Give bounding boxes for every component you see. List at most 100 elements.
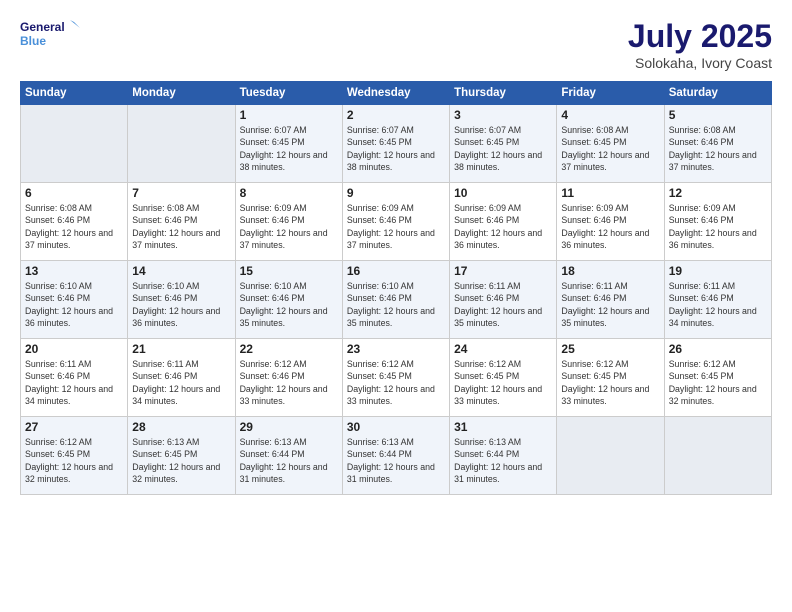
day-detail: Sunrise: 6:11 AMSunset: 6:46 PMDaylight:… xyxy=(561,280,659,329)
day-detail: Sunrise: 6:08 AMSunset: 6:46 PMDaylight:… xyxy=(669,124,767,173)
calendar-cell-week1-day0: 6 Sunrise: 6:08 AMSunset: 6:46 PMDaylight… xyxy=(21,183,128,261)
day-detail: Sunrise: 6:12 AMSunset: 6:45 PMDaylight:… xyxy=(669,358,767,407)
calendar-cell-week1-day6: 12 Sunrise: 6:09 AMSunset: 6:46 PMDayligh… xyxy=(664,183,771,261)
calendar-cell-week1-day4: 10Sunrise: 6:09 AMSunset: 6:46 PMDayligh… xyxy=(450,183,557,261)
weekday-header-sunday: Sunday xyxy=(21,82,128,105)
day-detail: Sunrise: 6:07 AMSunset: 6:45 PMDaylight:… xyxy=(454,124,552,173)
calendar-cell-week2-day0: 13 Sunrise: 6:10 AMSunset: 6:46 PMDayligh… xyxy=(21,261,128,339)
day-detail: Sunrise: 6:12 AMSunset: 6:45 PMDaylight:… xyxy=(25,436,123,485)
calendar-cell-week0-day2: 1Sunrise: 6:07 AMSunset: 6:45 PMDaylight… xyxy=(235,105,342,183)
calendar-cell-week2-day4: 17 Sunrise: 6:11 AMSunset: 6:46 PMDayligh… xyxy=(450,261,557,339)
weekday-header-friday: Friday xyxy=(557,82,664,105)
day-number: 31 xyxy=(454,420,552,434)
day-number: 7 xyxy=(132,186,230,200)
day-detail: Sunrise: 6:08 AMSunset: 6:45 PMDaylight:… xyxy=(561,124,659,173)
day-number: 26 xyxy=(669,342,767,356)
day-detail: Sunrise: 6:11 AMSunset: 6:46 PMDaylight:… xyxy=(454,280,552,329)
calendar-week-row-0: 1Sunrise: 6:07 AMSunset: 6:45 PMDaylight… xyxy=(21,105,772,183)
weekday-header-tuesday: Tuesday xyxy=(235,82,342,105)
weekday-header-wednesday: Wednesday xyxy=(342,82,449,105)
calendar-cell-week3-day3: 23 Sunrise: 6:12 AMSunset: 6:45 PMDayligh… xyxy=(342,339,449,417)
calendar-cell-week0-day3: 2 Sunrise: 6:07 AMSunset: 6:45 PMDaylight… xyxy=(342,105,449,183)
day-detail: Sunrise: 6:10 AMSunset: 6:46 PMDaylight:… xyxy=(25,280,123,329)
day-number: 18 xyxy=(561,264,659,278)
calendar-cell-week2-day1: 14Sunrise: 6:10 AMSunset: 6:46 PMDayligh… xyxy=(128,261,235,339)
logo-svg: GeneralBlue xyxy=(20,18,80,48)
day-detail: Sunrise: 6:09 AMSunset: 6:46 PMDaylight:… xyxy=(347,202,445,251)
day-detail: Sunrise: 6:09 AMSunset: 6:46 PMDaylight:… xyxy=(669,202,767,251)
day-number: 8 xyxy=(240,186,338,200)
weekday-header-saturday: Saturday xyxy=(664,82,771,105)
day-detail: Sunrise: 6:09 AMSunset: 6:46 PMDaylight:… xyxy=(240,202,338,251)
day-number: 19 xyxy=(669,264,767,278)
day-number: 20 xyxy=(25,342,123,356)
day-number: 21 xyxy=(132,342,230,356)
calendar-cell-week4-day2: 29Sunrise: 6:13 AMSunset: 6:44 PMDayligh… xyxy=(235,417,342,495)
day-detail: Sunrise: 6:12 AMSunset: 6:45 PMDaylight:… xyxy=(347,358,445,407)
day-number: 12 xyxy=(669,186,767,200)
day-detail: Sunrise: 6:13 AMSunset: 6:44 PMDaylight:… xyxy=(454,436,552,485)
day-number: 30 xyxy=(347,420,445,434)
day-detail: Sunrise: 6:11 AMSunset: 6:46 PMDaylight:… xyxy=(132,358,230,407)
day-number: 14 xyxy=(132,264,230,278)
calendar-cell-week4-day4: 31 Sunrise: 6:13 AMSunset: 6:44 PMDayligh… xyxy=(450,417,557,495)
calendar-cell-week0-day6: 5 Sunrise: 6:08 AMSunset: 6:46 PMDaylight… xyxy=(664,105,771,183)
day-number: 9 xyxy=(347,186,445,200)
day-detail: Sunrise: 6:11 AMSunset: 6:46 PMDaylight:… xyxy=(669,280,767,329)
calendar-cell-week3-day6: 26 Sunrise: 6:12 AMSunset: 6:45 PMDayligh… xyxy=(664,339,771,417)
calendar-week-row-2: 13 Sunrise: 6:10 AMSunset: 6:46 PMDayligh… xyxy=(21,261,772,339)
day-detail: Sunrise: 6:13 AMSunset: 6:44 PMDaylight:… xyxy=(347,436,445,485)
day-number: 24 xyxy=(454,342,552,356)
day-number: 27 xyxy=(25,420,123,434)
title-block: July 2025 Solokaha, Ivory Coast xyxy=(628,18,772,71)
day-number: 4 xyxy=(561,108,659,122)
day-number: 3 xyxy=(454,108,552,122)
calendar-cell-week4-day1: 28Sunrise: 6:13 AMSunset: 6:45 PMDayligh… xyxy=(128,417,235,495)
calendar-cell-week0-day4: 3 Sunrise: 6:07 AMSunset: 6:45 PMDaylight… xyxy=(450,105,557,183)
calendar-cell-week1-day1: 7Sunrise: 6:08 AMSunset: 6:46 PMDaylight… xyxy=(128,183,235,261)
day-detail: Sunrise: 6:11 AMSunset: 6:46 PMDaylight:… xyxy=(25,358,123,407)
logo: GeneralBlue xyxy=(20,18,80,48)
day-number: 5 xyxy=(669,108,767,122)
day-detail: Sunrise: 6:10 AMSunset: 6:46 PMDaylight:… xyxy=(347,280,445,329)
day-number: 6 xyxy=(25,186,123,200)
calendar-cell-week4-day3: 30 Sunrise: 6:13 AMSunset: 6:44 PMDayligh… xyxy=(342,417,449,495)
day-number: 29 xyxy=(240,420,338,434)
day-detail: Sunrise: 6:10 AMSunset: 6:46 PMDaylight:… xyxy=(240,280,338,329)
day-number: 22 xyxy=(240,342,338,356)
day-detail: Sunrise: 6:07 AMSunset: 6:45 PMDaylight:… xyxy=(347,124,445,173)
calendar-cell-week1-day2: 8 Sunrise: 6:09 AMSunset: 6:46 PMDaylight… xyxy=(235,183,342,261)
day-detail: Sunrise: 6:12 AMSunset: 6:45 PMDaylight:… xyxy=(561,358,659,407)
day-detail: Sunrise: 6:07 AMSunset: 6:45 PMDaylight:… xyxy=(240,124,338,173)
day-number: 2 xyxy=(347,108,445,122)
calendar-week-row-3: 20 Sunrise: 6:11 AMSunset: 6:46 PMDayligh… xyxy=(21,339,772,417)
calendar-cell-week0-day1 xyxy=(128,105,235,183)
day-detail: Sunrise: 6:09 AMSunset: 6:46 PMDaylight:… xyxy=(454,202,552,251)
day-detail: Sunrise: 6:08 AMSunset: 6:46 PMDaylight:… xyxy=(25,202,123,251)
calendar-cell-week1-day3: 9 Sunrise: 6:09 AMSunset: 6:46 PMDaylight… xyxy=(342,183,449,261)
calendar-week-row-4: 27 Sunrise: 6:12 AMSunset: 6:45 PMDayligh… xyxy=(21,417,772,495)
calendar-cell-week0-day5: 4 Sunrise: 6:08 AMSunset: 6:45 PMDaylight… xyxy=(557,105,664,183)
day-number: 17 xyxy=(454,264,552,278)
page: GeneralBlue July 2025 Solokaha, Ivory Co… xyxy=(0,0,792,612)
day-number: 23 xyxy=(347,342,445,356)
calendar-table: SundayMondayTuesdayWednesdayThursdayFrid… xyxy=(20,81,772,495)
day-detail: Sunrise: 6:12 AMSunset: 6:46 PMDaylight:… xyxy=(240,358,338,407)
svg-text:Blue: Blue xyxy=(20,34,46,48)
calendar-week-row-1: 6 Sunrise: 6:08 AMSunset: 6:46 PMDaylight… xyxy=(21,183,772,261)
calendar-cell-week4-day6 xyxy=(664,417,771,495)
day-detail: Sunrise: 6:13 AMSunset: 6:45 PMDaylight:… xyxy=(132,436,230,485)
day-number: 15 xyxy=(240,264,338,278)
calendar-cell-week2-day3: 16 Sunrise: 6:10 AMSunset: 6:46 PMDayligh… xyxy=(342,261,449,339)
day-number: 13 xyxy=(25,264,123,278)
calendar-cell-week2-day2: 15 Sunrise: 6:10 AMSunset: 6:46 PMDayligh… xyxy=(235,261,342,339)
calendar-cell-week2-day6: 19 Sunrise: 6:11 AMSunset: 6:46 PMDayligh… xyxy=(664,261,771,339)
day-number: 16 xyxy=(347,264,445,278)
subtitle: Solokaha, Ivory Coast xyxy=(628,55,772,71)
calendar-cell-week1-day5: 11Sunrise: 6:09 AMSunset: 6:46 PMDayligh… xyxy=(557,183,664,261)
calendar-cell-week3-day0: 20 Sunrise: 6:11 AMSunset: 6:46 PMDayligh… xyxy=(21,339,128,417)
day-detail: Sunrise: 6:09 AMSunset: 6:46 PMDaylight:… xyxy=(561,202,659,251)
day-detail: Sunrise: 6:12 AMSunset: 6:45 PMDaylight:… xyxy=(454,358,552,407)
calendar-cell-week0-day0 xyxy=(21,105,128,183)
calendar-cell-week3-day5: 25Sunrise: 6:12 AMSunset: 6:45 PMDayligh… xyxy=(557,339,664,417)
